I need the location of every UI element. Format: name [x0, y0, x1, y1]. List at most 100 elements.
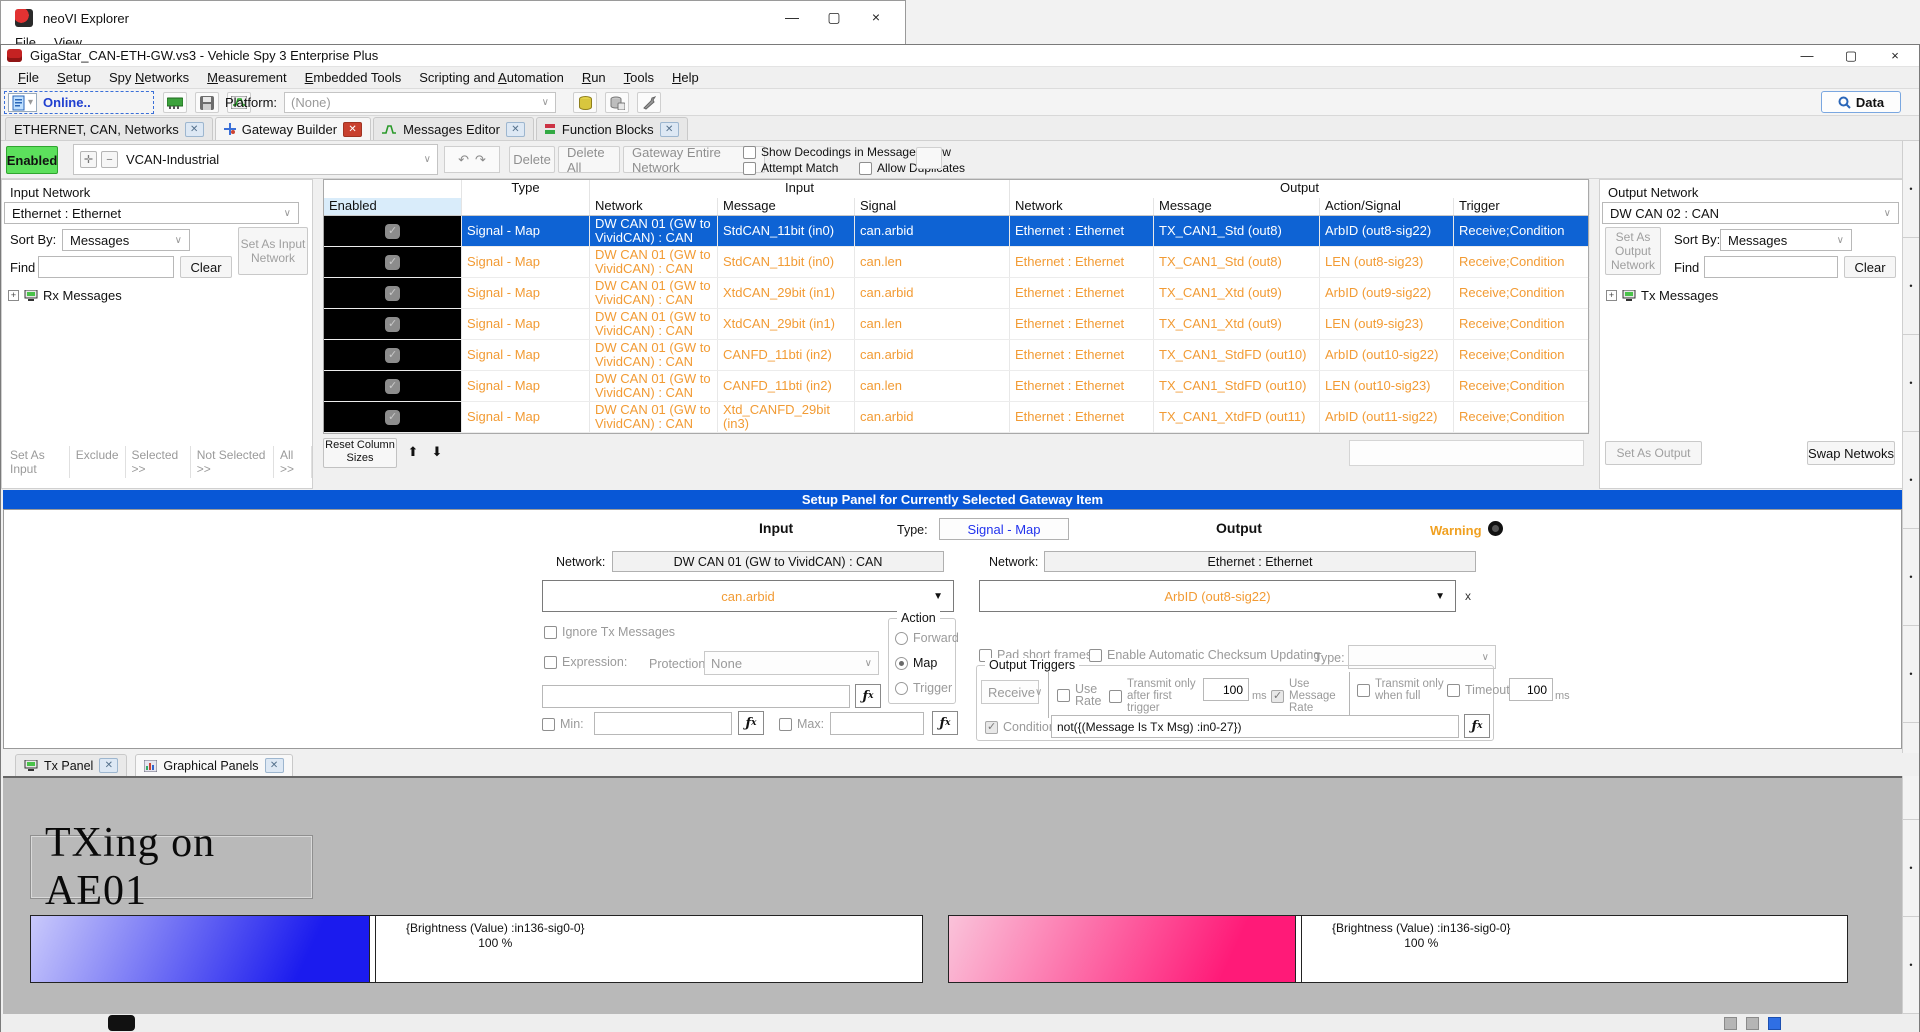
allow-duplicates-checkbox[interactable]: Allow Duplicates	[859, 161, 965, 175]
tab-function-blocks[interactable]: Function Blocks✕	[536, 117, 688, 140]
min-input[interactable]	[594, 712, 732, 735]
menu-item-file[interactable]: File	[9, 68, 48, 87]
timeout-input[interactable]	[1509, 678, 1553, 701]
checksum-checkbox[interactable]: Enable Automatic Checksum Updating	[1089, 648, 1320, 662]
clear-button[interactable]: Clear	[1844, 256, 1896, 278]
online-mode-label[interactable]: Online..	[43, 95, 91, 110]
action-radio-forward[interactable]: Forward	[895, 631, 959, 645]
redo-button[interactable]: ↷	[475, 152, 486, 168]
set-as-input-network-button[interactable]: Set As Input Network	[238, 227, 308, 275]
tab-close-icon[interactable]: ✕	[185, 122, 204, 137]
row-checkbox-icon[interactable]	[385, 410, 400, 425]
row-enabled-cell[interactable]	[324, 340, 462, 370]
tab-close-icon[interactable]: ✕	[343, 122, 362, 137]
move-down-button[interactable]: ⬇	[427, 441, 447, 463]
attempt-match-checkbox[interactable]: Attempt Match	[743, 161, 838, 175]
transmit-full-checkbox[interactable]: Transmit only when full	[1357, 678, 1445, 702]
table-row[interactable]: Signal - MapDW CAN 01 (GW to VividCAN) :…	[324, 402, 1588, 433]
action-selected-[interactable]: Selected >>	[126, 446, 191, 478]
clear-button[interactable]: Clear	[180, 256, 232, 278]
row-checkbox-icon[interactable]	[385, 224, 400, 239]
remove-gateway-button[interactable]: −	[101, 151, 118, 168]
table-row[interactable]: Signal - MapDW CAN 01 (GW to VividCAN) :…	[324, 309, 1588, 340]
condition-fx-button[interactable]: ƒx	[1464, 714, 1490, 738]
tools-button[interactable]	[637, 92, 661, 113]
logging-mode-button[interactable]: ▾	[8, 93, 37, 112]
table-row[interactable]: Signal - MapDW CAN 01 (GW to VividCAN) :…	[324, 340, 1588, 371]
action-set-as-input[interactable]: Set As Input	[4, 446, 70, 478]
taskbar-app-icon[interactable]	[108, 1015, 135, 1031]
active-panel-icon[interactable]	[1768, 1017, 1781, 1030]
row-enabled-cell[interactable]	[324, 309, 462, 339]
set-as-output-network-button[interactable]: Set As Output Network	[1605, 227, 1661, 275]
row-enabled-cell[interactable]	[324, 247, 462, 277]
tab-close-icon[interactable]: ✕	[265, 758, 284, 773]
neovi-minimize-button[interactable]: —	[771, 1, 813, 33]
output-signal-combo[interactable]: ArbID (out8-sig22) ▼ x	[979, 580, 1456, 612]
menu-item-measurement[interactable]: Measurement	[198, 68, 296, 87]
undo-button[interactable]: ↶	[458, 152, 469, 168]
table-row[interactable]: Signal - MapDW CAN 01 (GW to VividCAN) :…	[324, 247, 1588, 278]
table-row[interactable]: Signal - MapDW CAN 01 (GW to VividCAN) :…	[324, 278, 1588, 309]
tab-close-icon[interactable]: ✕	[99, 758, 118, 773]
sort-by-select[interactable]: Messages ∨	[1720, 229, 1852, 251]
action-exclude[interactable]: Exclude	[70, 446, 126, 478]
action-all-[interactable]: All >>	[274, 446, 312, 478]
expand-icon[interactable]: +	[1606, 290, 1617, 301]
use-message-rate-checkbox[interactable]: Use Message Rate	[1271, 678, 1347, 714]
menu-item-scripting-and-automation[interactable]: Scripting and Automation	[410, 68, 573, 87]
tab-close-icon[interactable]: ✕	[506, 122, 525, 137]
brightness-gradient-bar[interactable]	[30, 915, 370, 983]
row-checkbox-icon[interactable]	[385, 317, 400, 332]
close-button[interactable]: ×	[1873, 45, 1917, 66]
type-value-box[interactable]: Signal - Map	[939, 518, 1069, 540]
network-hardware-button[interactable]	[163, 92, 187, 113]
min-fx-button[interactable]: ƒx	[738, 711, 764, 735]
sort-by-select[interactable]: Messages ∨	[62, 229, 190, 251]
maximize-button[interactable]: ▢	[1829, 45, 1873, 66]
expand-icon[interactable]: +	[8, 290, 19, 301]
condition-field[interactable]: not({(Message Is Tx Msg) :in0-27})	[1051, 715, 1459, 738]
grid-view-icon[interactable]	[1746, 1017, 1759, 1030]
table-row[interactable]: Signal - MapDW CAN 01 (GW to VividCAN) :…	[324, 216, 1588, 247]
swap-networks-button[interactable]: Swap Netwoks	[1807, 441, 1895, 465]
row-checkbox-icon[interactable]	[385, 255, 400, 270]
column-header-signal[interactable]: Signal	[855, 198, 1010, 215]
find-input[interactable]	[1704, 256, 1838, 278]
clear-signal-button[interactable]: x	[1465, 589, 1471, 603]
action-radio-map[interactable]: Map	[895, 656, 937, 670]
blank-button[interactable]	[916, 147, 942, 169]
row-enabled-cell[interactable]	[324, 216, 462, 246]
tab-ethernet-can-networks[interactable]: ETHERNET, CAN, Networks✕	[5, 117, 213, 140]
dock-slot[interactable]: •	[1903, 917, 1919, 1014]
panel-view-icon[interactable]	[1724, 1017, 1737, 1030]
condition-checkbox[interactable]: Condition:	[985, 720, 1059, 734]
output-network-select[interactable]: DW CAN 02 : CAN ∨	[1602, 202, 1899, 224]
trigger-mode-select[interactable]: Receive ∨	[981, 680, 1039, 704]
row-checkbox-icon[interactable]	[385, 379, 400, 394]
column-header-message[interactable]: Message	[718, 198, 855, 215]
row-enabled-cell[interactable]	[324, 278, 462, 308]
use-rate-checkbox[interactable]: Use Rate	[1057, 683, 1109, 707]
neovi-close-button[interactable]: ×	[855, 1, 897, 33]
database-button[interactable]	[573, 92, 597, 113]
rate-input[interactable]	[1203, 678, 1249, 701]
column-header-message[interactable]: Message	[1154, 198, 1320, 215]
expression-fx-button[interactable]: ƒx	[855, 684, 881, 708]
tab-gateway-builder[interactable]: Gateway Builder✕	[215, 117, 371, 140]
database-copy-button[interactable]	[605, 92, 629, 113]
row-enabled-cell[interactable]	[324, 402, 462, 432]
input-signal-combo[interactable]: can.arbid ▼	[542, 580, 954, 612]
delete-button[interactable]: Delete	[509, 146, 555, 173]
menu-item-spy-networks[interactable]: Spy Networks	[100, 68, 198, 87]
menu-item-run[interactable]: Run	[573, 68, 615, 87]
dock-slot[interactable]: •	[1903, 820, 1919, 917]
dock-slot[interactable]: •	[1903, 238, 1919, 335]
action-radio-trigger[interactable]: Trigger	[895, 681, 952, 695]
column-header-enabled[interactable]: Enabled	[324, 198, 462, 215]
set-as-output-button[interactable]: Set As Output	[1605, 441, 1702, 465]
action-not-selected-[interactable]: Not Selected >>	[191, 446, 274, 478]
tab-messages-editor[interactable]: Messages Editor✕	[373, 117, 534, 140]
dock-slot[interactable]: •	[1903, 335, 1919, 432]
add-gateway-button[interactable]: ✛	[80, 151, 97, 168]
